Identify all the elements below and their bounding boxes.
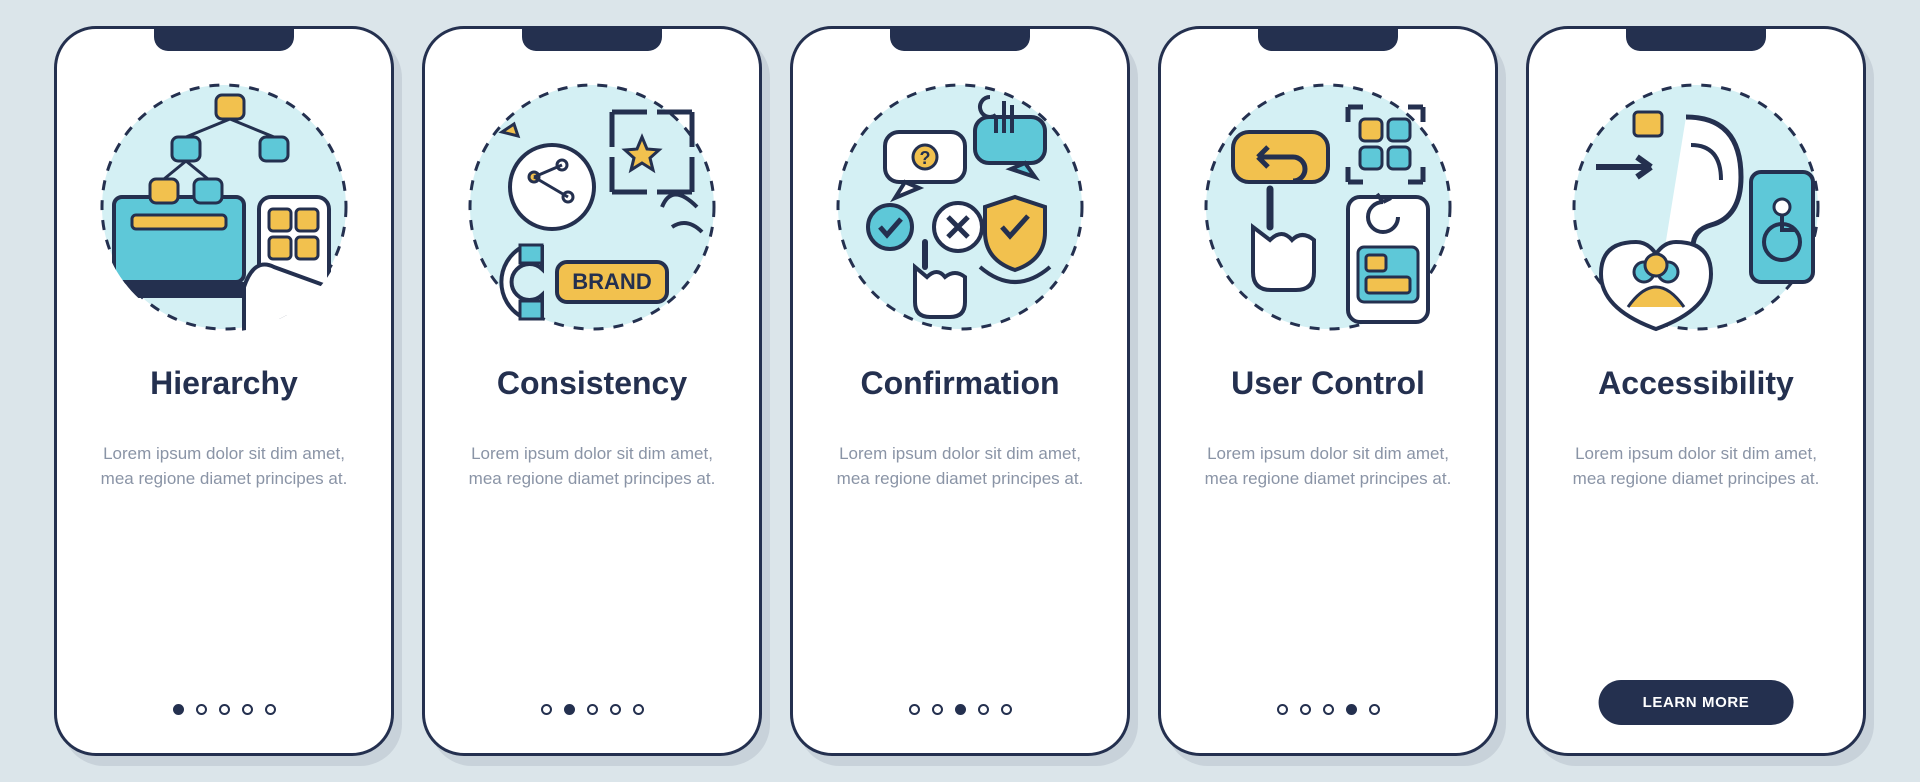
pager-dot[interactable]: [196, 704, 207, 715]
slide-title: Confirmation: [860, 365, 1059, 402]
slide-desc: Lorem ipsum dolor sit dim amet, mea regi…: [1187, 442, 1469, 491]
pager-dot[interactable]: [1346, 704, 1357, 715]
onboarding-slide-confirmation: ? Confirmation Lorem ipsum dolor sit dim…: [790, 26, 1130, 756]
slide-title: User Control: [1231, 365, 1425, 402]
pager-dot[interactable]: [564, 704, 575, 715]
pager-dot[interactable]: [955, 704, 966, 715]
consistency-icon: BRAND: [462, 77, 722, 337]
confirmation-icon: ?: [830, 77, 1090, 337]
pager-dot[interactable]: [587, 704, 598, 715]
pager-dot[interactable]: [610, 704, 621, 715]
phone-notch: [154, 29, 294, 51]
onboarding-slide-accessibility: Accessibility Lorem ipsum dolor sit dim …: [1526, 26, 1866, 756]
pager: [425, 704, 759, 715]
slide-desc: Lorem ipsum dolor sit dim amet, mea regi…: [451, 442, 733, 491]
user-control-icon: [1198, 77, 1458, 337]
hierarchy-icon: [94, 77, 354, 337]
pager-dot[interactable]: [242, 704, 253, 715]
slide-title: Consistency: [497, 365, 687, 402]
phone-notch: [1626, 29, 1766, 51]
pager-dot[interactable]: [633, 704, 644, 715]
pager-dot[interactable]: [1277, 704, 1288, 715]
pager-dot[interactable]: [1323, 704, 1334, 715]
pager-dot[interactable]: [1300, 704, 1311, 715]
learn-more-button[interactable]: LEARN MORE: [1599, 680, 1794, 725]
pager-dot[interactable]: [541, 704, 552, 715]
pager: [793, 704, 1127, 715]
pager-dot[interactable]: [173, 704, 184, 715]
slide-desc: Lorem ipsum dolor sit dim amet, mea regi…: [1555, 442, 1837, 491]
onboarding-slide-user-control: User Control Lorem ipsum dolor sit dim a…: [1158, 26, 1498, 756]
phone-notch: [890, 29, 1030, 51]
slide-desc: Lorem ipsum dolor sit dim amet, mea regi…: [83, 442, 365, 491]
pager-dot[interactable]: [978, 704, 989, 715]
onboarding-slide-hierarchy: Hierarchy Lorem ipsum dolor sit dim amet…: [54, 26, 394, 756]
slide-title: Hierarchy: [150, 365, 298, 402]
pager: [1161, 704, 1495, 715]
slide-desc: Lorem ipsum dolor sit dim amet, mea regi…: [819, 442, 1101, 491]
pager-dot[interactable]: [909, 704, 920, 715]
accessibility-icon: [1566, 77, 1826, 337]
pager-dot[interactable]: [219, 704, 230, 715]
pager-dot[interactable]: [1369, 704, 1380, 715]
phone-notch: [1258, 29, 1398, 51]
slide-title: Accessibility: [1598, 365, 1794, 402]
pager-dot[interactable]: [932, 704, 943, 715]
pager-dot[interactable]: [265, 704, 276, 715]
onboarding-slide-consistency: BRAND Consistency Lorem ipsum dolor sit …: [422, 26, 762, 756]
pager-dot[interactable]: [1001, 704, 1012, 715]
svg-text:BRAND: BRAND: [572, 269, 651, 294]
phone-notch: [522, 29, 662, 51]
pager: [57, 704, 391, 715]
svg-text:?: ?: [920, 148, 931, 168]
